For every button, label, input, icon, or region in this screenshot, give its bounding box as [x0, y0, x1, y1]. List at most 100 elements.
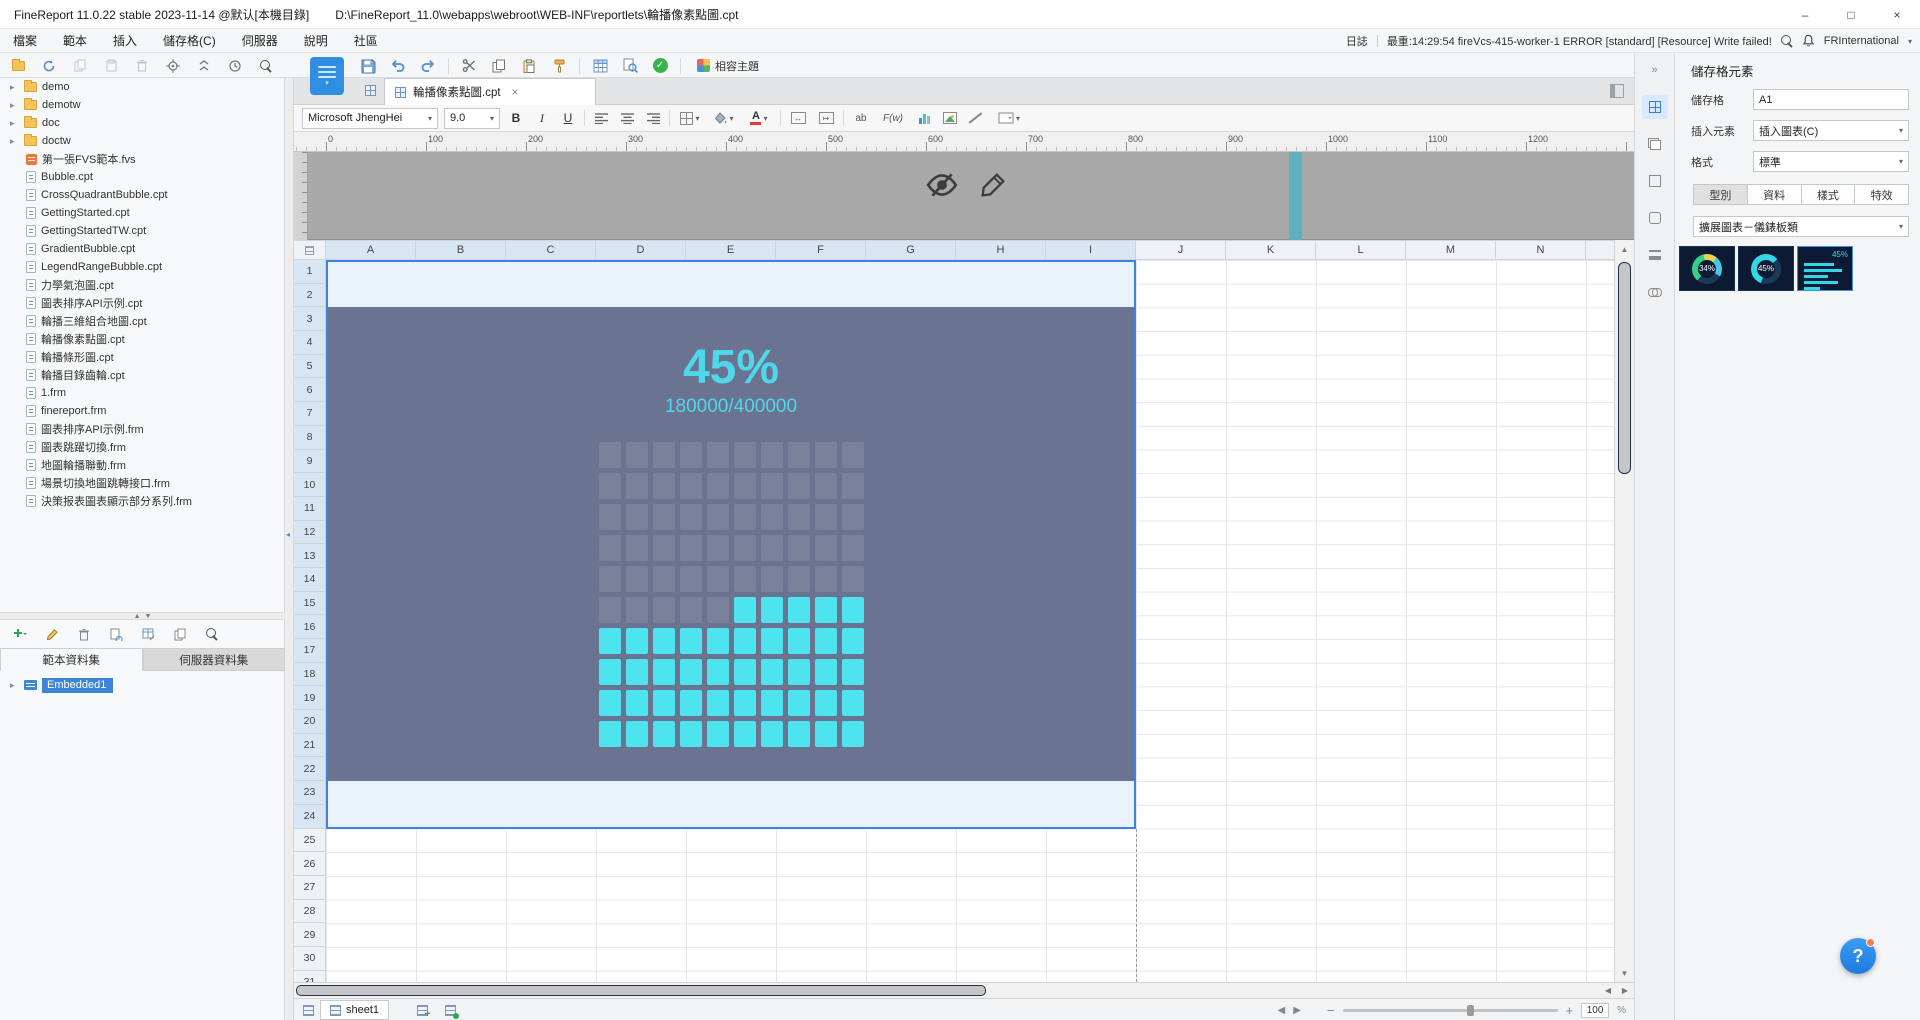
insert-widget-dropdown[interactable]: ▾: [992, 108, 1026, 129]
column-header-E[interactable]: E: [686, 241, 776, 259]
menu-item-社區[interactable]: 社區: [341, 29, 391, 52]
row-header-30[interactable]: 30: [294, 947, 325, 971]
row-header-12[interactable]: 12: [294, 520, 325, 545]
merge-cells-icon[interactable]: ↔: [787, 108, 809, 129]
cell-format-select[interactable]: 標準 ▾: [1753, 151, 1909, 172]
row-header-6[interactable]: 6: [294, 378, 325, 403]
expand-arrow-icon[interactable]: ▸: [10, 676, 19, 694]
collapse-all-icon[interactable]: [194, 56, 214, 76]
row-header-7[interactable]: 7: [294, 402, 325, 426]
menu-item-伺服器[interactable]: 伺服器: [229, 29, 291, 52]
align-right-icon[interactable]: [643, 108, 663, 129]
tab-樣式[interactable]: 樣式: [1801, 184, 1856, 205]
copy-dataset-icon[interactable]: [170, 624, 190, 644]
horizontal-scrollbar[interactable]: ◀ ▶: [294, 982, 1634, 998]
tree-file[interactable]: 決策报表圖表顯示部分系列.frm: [0, 492, 284, 510]
row-header-3[interactable]: 3: [294, 307, 325, 332]
edit-pencil-icon[interactable]: [978, 170, 1008, 200]
tree-file[interactable]: finereport.frm: [0, 402, 284, 420]
locate-file-icon[interactable]: [163, 56, 183, 76]
insert-formula-icon[interactable]: F(w): [878, 108, 908, 129]
tree-file[interactable]: Bubble.cpt: [0, 168, 284, 186]
hyperlink-icon[interactable]: [1642, 280, 1668, 304]
column-header-C[interactable]: C: [506, 241, 596, 259]
log-link[interactable]: 日誌: [1346, 33, 1368, 49]
new-folder-icon[interactable]: [8, 56, 28, 76]
column-header-H[interactable]: H: [956, 241, 1046, 259]
insert-image-icon[interactable]: [940, 108, 960, 129]
collapse-left-icon[interactable]: ◂: [286, 530, 290, 539]
preview-icon[interactable]: [620, 56, 640, 76]
tab-close-icon[interactable]: ×: [512, 85, 519, 99]
tree-file[interactable]: 圖表排序API示例.frm: [0, 420, 284, 438]
row-header-20[interactable]: 20: [294, 710, 325, 734]
tree-folder-doc[interactable]: ▸ doc: [0, 114, 284, 132]
help-button[interactable]: ?: [1840, 938, 1876, 974]
horizontal-scroll-thumb[interactable]: [296, 985, 986, 996]
row-header-25[interactable]: 25: [294, 829, 325, 853]
sheet-tab-active[interactable]: sheet1: [320, 1000, 390, 1020]
row-header-11[interactable]: 11: [294, 496, 325, 521]
menu-item-說明[interactable]: 說明: [291, 29, 341, 52]
italic-button[interactable]: I: [532, 108, 552, 129]
row-header-24[interactable]: 24: [294, 804, 325, 829]
tree-file[interactable]: LegendRangeBubble.cpt: [0, 258, 284, 276]
pixel-chart-canvas[interactable]: 45% 180000/400000: [328, 307, 1134, 782]
tab-伺服器資料集[interactable]: 伺服器資料集: [142, 648, 285, 671]
row-header-31[interactable]: 31: [294, 971, 325, 982]
search-files-icon[interactable]: [256, 56, 276, 76]
row-header-8[interactable]: 8: [294, 425, 325, 450]
notification-bell-icon[interactable]: [1802, 34, 1815, 48]
next-sheet-icon[interactable]: ▶: [1293, 1005, 1301, 1016]
align-left-icon[interactable]: [591, 108, 611, 129]
border-dropdown[interactable]: ▾: [676, 108, 704, 129]
scroll-right-icon[interactable]: ▶: [1617, 984, 1633, 997]
tree-file[interactable]: GettingStartedTW.cpt: [0, 222, 284, 240]
sheet-list-icon[interactable]: [298, 1000, 318, 1020]
unmerge-cells-icon[interactable]: ↦: [815, 108, 837, 129]
bold-button[interactable]: B: [506, 108, 526, 129]
row-header-28[interactable]: 28: [294, 900, 325, 924]
tree-file[interactable]: GradientBubble.cpt: [0, 240, 284, 258]
column-header-G[interactable]: G: [866, 241, 956, 259]
cell-element-icon[interactable]: [1641, 95, 1668, 119]
row-header-14[interactable]: 14: [294, 567, 325, 592]
row-header-4[interactable]: 4: [294, 331, 325, 355]
tree-file[interactable]: 輪播目錄齒輪.cpt: [0, 366, 284, 384]
vertical-scrollbar[interactable]: ▲ ▼: [1614, 240, 1634, 982]
row-header-13[interactable]: 13: [294, 544, 325, 568]
tree-file[interactable]: 地圖輪播聯動.frm: [0, 456, 284, 474]
version-history-icon[interactable]: [225, 56, 245, 76]
vertical-scroll-thumb[interactable]: [1618, 262, 1631, 474]
panel-toggle-icon[interactable]: [1610, 84, 1624, 98]
redo-icon[interactable]: [418, 56, 438, 76]
save-icon[interactable]: [358, 56, 378, 76]
condition-attribute-icon[interactable]: [1642, 243, 1668, 267]
hide-eye-slash-icon[interactable]: [924, 168, 960, 202]
chart-thumbnail-3[interactable]: 45%: [1797, 246, 1853, 291]
tab-範本資料集[interactable]: 範本資料集: [0, 648, 143, 671]
chart-category-select[interactable]: 擴展圖表－儀錶板類 ▾: [1693, 216, 1909, 237]
zoom-out-icon[interactable]: −: [1327, 1003, 1335, 1018]
row-header-26[interactable]: 26: [294, 852, 325, 876]
column-header-L[interactable]: L: [1316, 241, 1406, 259]
tree-file[interactable]: 圖表跳躍切換.frm: [0, 438, 284, 456]
insert-text-icon[interactable]: ab: [850, 108, 872, 129]
add-polybolck-sheet-icon[interactable]: [440, 1000, 460, 1020]
column-header-I[interactable]: I: [1046, 241, 1136, 259]
column-header-M[interactable]: M: [1406, 241, 1496, 259]
fill-color-dropdown[interactable]: ▾: [710, 108, 738, 129]
splitter-down-icon[interactable]: ▼: [145, 613, 152, 620]
splitter-up-icon[interactable]: ▲: [134, 613, 141, 620]
expand-arrow-icon[interactable]: ▸: [10, 96, 19, 114]
expand-arrow-icon[interactable]: ▸: [10, 132, 19, 150]
row-header-18[interactable]: 18: [294, 662, 325, 687]
chart-thumbnail-1[interactable]: 34%: [1679, 246, 1735, 291]
row-header-2[interactable]: 2: [294, 283, 325, 308]
maximize-button[interactable]: □: [1828, 0, 1874, 29]
refresh-icon[interactable]: [39, 56, 59, 76]
template-menu-button[interactable]: ▾: [310, 57, 344, 95]
insert-chart-icon[interactable]: [914, 108, 934, 129]
tree-file[interactable]: GettingStarted.cpt: [0, 204, 284, 222]
tree-file[interactable]: 第一張FVS範本.fvs: [0, 150, 284, 168]
